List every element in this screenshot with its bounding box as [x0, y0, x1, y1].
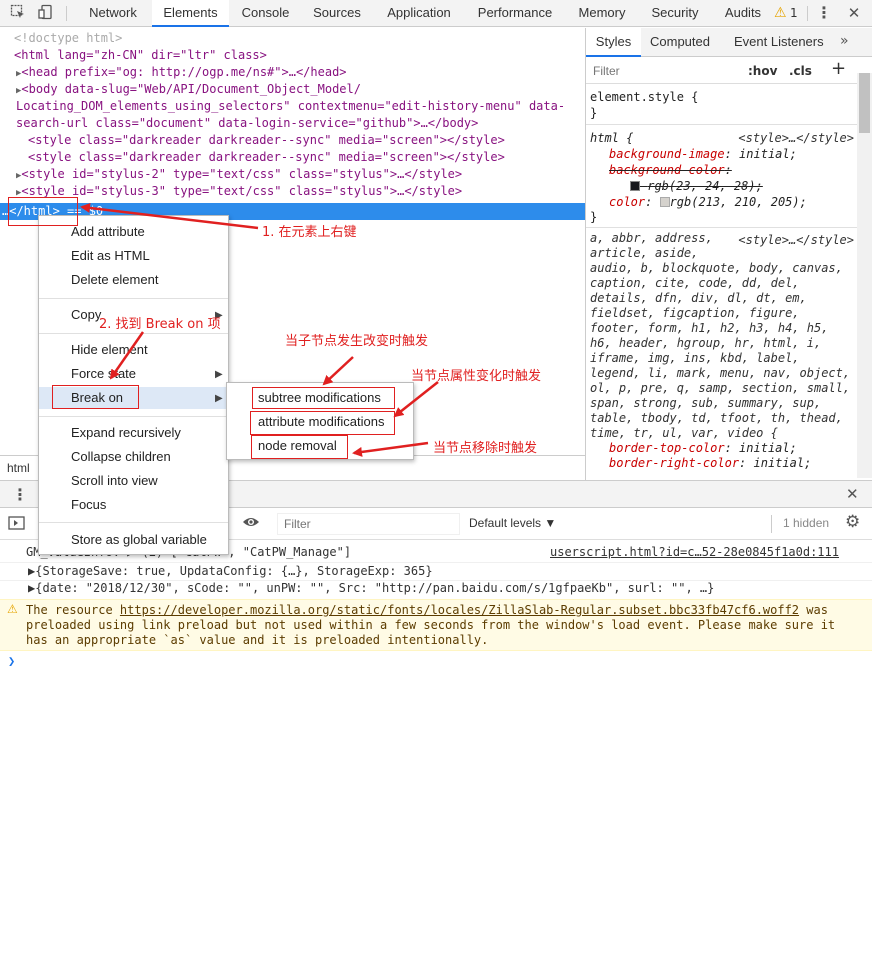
arrow-to-subtree — [322, 356, 354, 386]
annotation-node-removal: 当节点移除时触发 — [433, 441, 538, 456]
annotation-step-1: 1. 在元素上右键 — [262, 225, 357, 240]
annotation-step-2: 2. 找到 Break on 项 — [99, 317, 221, 332]
arrow-to-break-on — [109, 331, 145, 380]
annotation-attribute: 当节点属性变化时触发 — [411, 369, 542, 384]
annotation-arrows — [80, 202, 439, 457]
arrow-to-node-removal — [352, 441, 429, 457]
annotation-subtree: 当子节点发生改变时触发 — [285, 334, 429, 349]
arrow-to-html-node — [80, 202, 259, 230]
arrow-to-attribute — [393, 381, 439, 418]
